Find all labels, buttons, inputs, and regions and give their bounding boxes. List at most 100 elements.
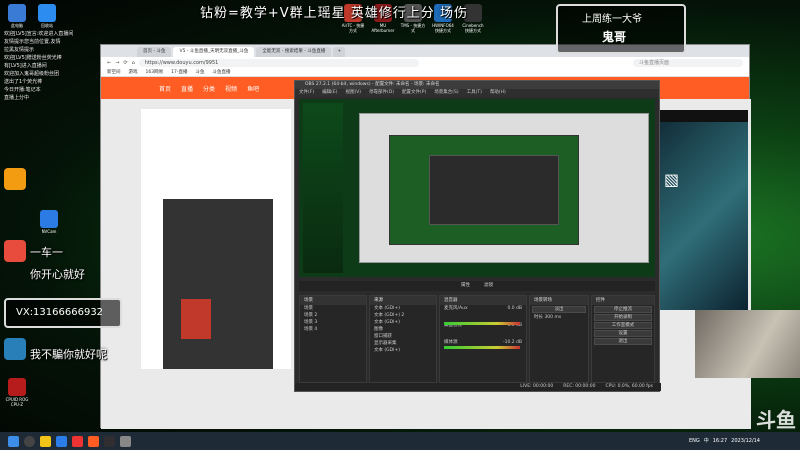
nested-obs-inner	[429, 155, 559, 225]
transition-select[interactable]: 淡出	[532, 306, 586, 313]
desktop-icon-label: 此电脑	[11, 23, 23, 28]
bookmark-item[interactable]: 163网易	[146, 68, 164, 76]
stop-streaming-button[interactable]: 停止推流	[594, 306, 652, 313]
source-item[interactable]: 文本 (GDI+) 2	[370, 312, 436, 319]
start-icon[interactable]	[8, 435, 19, 447]
desktop-icon-label: AirTC - 快捷方式	[341, 23, 365, 33]
address-input[interactable]: https://www.douyu.com/9951	[138, 58, 419, 67]
bookmark-item[interactable]: 新空间	[107, 68, 121, 76]
controls-dock: 控件 停止推流 开始录制 工作室模式 设置 退出	[591, 295, 655, 383]
app-icon[interactable]	[4, 168, 26, 190]
chat-line: 送出了1个荧光棒	[4, 79, 43, 85]
desktop-icon-recycle-bin[interactable]: 回收站	[34, 4, 60, 28]
exit-button[interactable]: 退出	[594, 338, 652, 345]
filters-button[interactable]: 滤镜	[484, 281, 493, 291]
transitions-dock-title: 场景转场	[530, 296, 588, 305]
address-bar-row: ← → ⟳ ⌂ https://www.douyu.com/9951 斗鱼直播页…	[101, 57, 749, 68]
clock-date[interactable]: 2023/12/14	[731, 434, 760, 448]
browser-tab[interactable]: 全能无双 - 搜索结果 - 斗鱼直播	[256, 47, 332, 57]
bookmark-item[interactable]: 游戏	[129, 68, 138, 76]
back-icon[interactable]: ←	[107, 60, 111, 66]
studio-mode-button[interactable]: 工作室模式	[594, 322, 652, 329]
forward-icon[interactable]: →	[115, 60, 119, 66]
obs-status-bar: LIVE: 00:00:00 REC: 00:00:00 CPU: 0.0%, …	[295, 383, 661, 391]
scene-item[interactable]: 场景 3	[300, 319, 366, 326]
ime-indicator[interactable]: 中	[704, 434, 709, 448]
app-icon[interactable]	[4, 338, 26, 360]
settings-button[interactable]: 设置	[594, 330, 652, 337]
site-nav-item[interactable]: 视频	[225, 84, 237, 93]
desktop-icon-nvcam[interactable]: NVCam	[36, 210, 62, 234]
video-thumbnail[interactable]	[163, 199, 273, 369]
chat-line: 今日开播:笔记本	[4, 87, 41, 93]
chat-line: 欢迎[LV5]赠送粉丝荧光棒	[4, 55, 62, 61]
scene-item[interactable]: 场景 2	[300, 312, 366, 319]
gift-image	[181, 299, 211, 339]
menu-edit[interactable]: 编辑(E)	[322, 89, 337, 97]
douyu-icon[interactable]	[88, 435, 99, 447]
duration-value[interactable]: 300 ms	[544, 315, 561, 320]
obs-window[interactable]: OBS 27.2.1 (64-bit, windows) - 配置文件: 未命名…	[294, 80, 661, 392]
browser-tab[interactable]: 首页 - 斗鱼	[137, 47, 172, 57]
logo-line-2: 鬼哥	[602, 30, 627, 44]
app-icon[interactable]	[4, 240, 26, 262]
file-explorer-icon[interactable]	[40, 435, 51, 447]
camera-icon	[40, 210, 58, 228]
overlay-text: 我不騙你就好呢	[30, 348, 107, 361]
app-icon[interactable]	[120, 435, 131, 447]
menu-docks[interactable]: 停靠部件(D)	[369, 89, 394, 97]
chat-line: 欢迎加入鬼哥超级粉丝团	[4, 71, 60, 77]
system-tray: ENG 中 16:27 2023/12/14	[689, 434, 760, 448]
scene-item[interactable]: 场景	[300, 305, 366, 312]
desktop: 此电脑 回收站 AirTC - 快捷方式 MU Afterburner TMS …	[0, 0, 800, 432]
duration-label: 时长	[534, 315, 543, 320]
source-item[interactable]: 窗口捕获	[370, 333, 436, 340]
game-art: ▧	[664, 170, 680, 189]
browser-tab-active[interactable]: V5 - 斗鱼直播_天明无双直播_斗鱼	[173, 47, 255, 57]
computer-icon	[8, 4, 26, 22]
start-recording-button[interactable]: 开始录制	[594, 314, 652, 321]
nested-desktop-icons	[303, 103, 343, 273]
bookmark-item[interactable]: 17-直播	[171, 68, 187, 76]
site-nav-item[interactable]: 直播	[181, 84, 193, 93]
desktop-icon-cpuz[interactable]: CPUID ROG CPU-Z	[4, 378, 30, 407]
app-icon[interactable]	[72, 435, 83, 447]
desktop-icon-this-pc[interactable]: 此电脑	[4, 4, 30, 28]
menu-view[interactable]: 视图(V)	[345, 89, 361, 97]
sources-dock: 来源 文本 (GDI+) 文本 (GDI+) 2 文本 (GDI+) 图像 窗口…	[369, 295, 437, 383]
clock-time[interactable]: 16:27	[713, 434, 727, 448]
desktop-icon-label: NVCam	[41, 229, 57, 234]
source-item[interactable]: 显示器采集	[370, 340, 436, 347]
bookmark-item[interactable]: 斗鱼	[195, 68, 204, 76]
new-tab-button[interactable]: +	[333, 47, 346, 57]
obs-preview-canvas[interactable]	[299, 99, 655, 277]
search-icon[interactable]	[24, 435, 35, 447]
menu-profile[interactable]: 配置文件(P)	[402, 89, 426, 97]
recycle-bin-icon	[38, 4, 56, 22]
source-item[interactable]: 图像	[370, 326, 436, 333]
menu-scene-collection[interactable]: 场景集合(S)	[434, 89, 458, 97]
site-nav-item[interactable]: 首页	[159, 84, 171, 93]
menu-tools[interactable]: 工具(T)	[467, 89, 482, 97]
menu-help[interactable]: 帮助(H)	[490, 89, 506, 97]
home-icon[interactable]: ⌂	[132, 60, 135, 66]
scene-item[interactable]: 场景 4	[300, 326, 366, 333]
browser-icon[interactable]	[56, 435, 67, 447]
properties-button[interactable]: 属性	[461, 281, 470, 291]
rec-status: REC: 00:00:00	[563, 384, 596, 389]
source-item[interactable]: 文本 (GDI+)	[370, 305, 436, 312]
source-item[interactable]: 文本 (GDI+)	[370, 319, 436, 326]
desktop-icon-label: Cinebench 快捷方式	[462, 23, 484, 33]
browser-search-input[interactable]: 斗鱼直播页面	[633, 58, 743, 67]
obs-icon[interactable]	[104, 435, 115, 447]
cpuz-icon	[8, 378, 26, 396]
taskbar: ENG 中 16:27 2023/12/14	[0, 432, 800, 450]
reload-icon[interactable]: ⟳	[123, 60, 127, 66]
language-indicator[interactable]: ENG	[689, 434, 700, 448]
site-nav-item[interactable]: 分类	[203, 84, 215, 93]
site-nav-item[interactable]: 鱼吧	[247, 84, 259, 93]
desktop-icon-label: CPUID ROG CPU-Z	[5, 397, 29, 407]
bookmark-item[interactable]: 斗鱼直播	[212, 68, 230, 76]
source-item[interactable]: 文本 (GDI+)	[370, 347, 436, 354]
menu-file[interactable]: 文件(F)	[299, 89, 314, 97]
